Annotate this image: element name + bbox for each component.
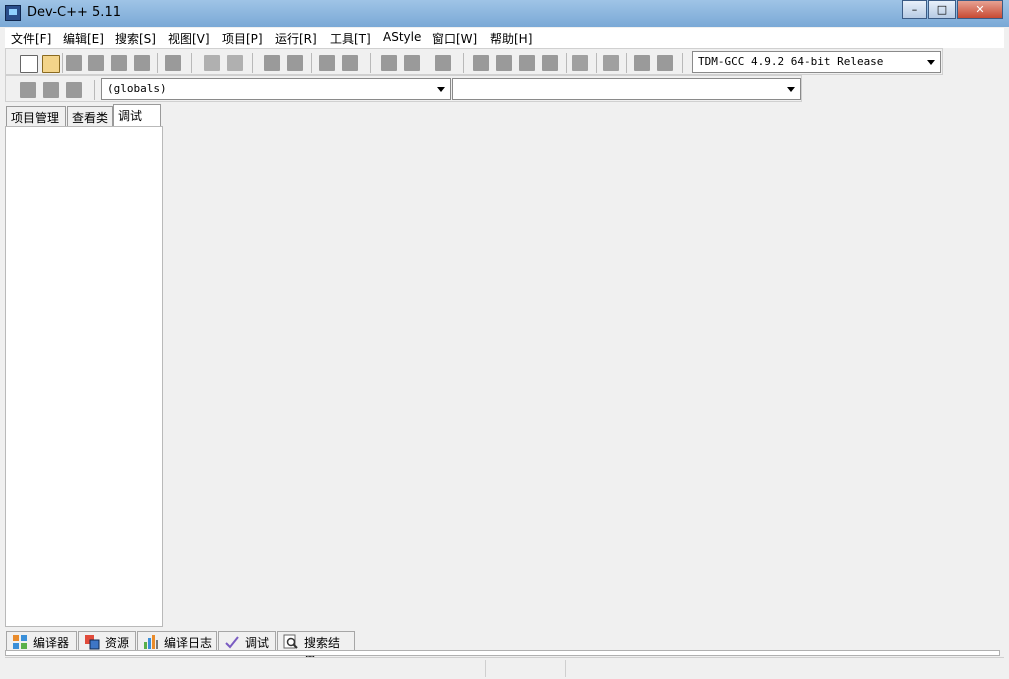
toolbar-separator <box>566 53 567 73</box>
tab-search-results[interactable]: 搜索结果 <box>277 631 355 667</box>
toolbar-separator <box>626 53 627 73</box>
comment-icon[interactable] <box>435 55 451 71</box>
toolbar-separator <box>252 53 253 73</box>
toolbar-separator <box>311 53 312 73</box>
print-icon[interactable] <box>165 55 181 71</box>
goto-bookmark-icon[interactable] <box>342 55 358 71</box>
checkmark-icon <box>224 634 240 650</box>
tab-debug-output-label: 调试 <box>245 636 270 650</box>
toggle-icon[interactable] <box>43 82 59 98</box>
menu-window[interactable]: 窗口[W] <box>432 30 477 47</box>
insert-icon[interactable] <box>20 82 36 98</box>
compiler-grid-icon <box>12 634 28 650</box>
menu-edit[interactable]: 编辑[E] <box>63 30 104 47</box>
unindent-icon[interactable] <box>287 55 303 71</box>
menu-run[interactable]: 运行[R] <box>275 30 317 47</box>
close-all-icon[interactable] <box>134 55 150 71</box>
tab-project-manager[interactable]: 项目管理 <box>6 106 66 127</box>
menu-bar: 文件[F] 编辑[E] 搜索[S] 视图[V] 项目[P] 运行[R] 工具[T… <box>5 28 1004 48</box>
menu-file[interactable]: 文件[F] <box>11 30 51 47</box>
stop-icon[interactable] <box>603 55 619 71</box>
toolbar-separator <box>94 80 95 100</box>
menu-help[interactable]: 帮助[H] <box>490 30 532 47</box>
rebuild-icon[interactable] <box>542 55 558 71</box>
app-icon <box>5 5 21 21</box>
tab-compiler[interactable]: 编译器 <box>6 631 77 652</box>
bottom-panel-resize-handle[interactable] <box>5 650 1000 656</box>
tab-compile-log-label: 编译日志 <box>164 636 213 650</box>
goto-icon[interactable] <box>66 82 82 98</box>
close-button[interactable]: ✕ <box>957 0 1003 19</box>
goto-next-icon[interactable] <box>404 55 420 71</box>
class-browser-toolbar: (globals) <box>5 75 802 102</box>
chevron-down-icon <box>437 87 445 92</box>
tab-debug[interactable]: 调试 <box>113 104 161 127</box>
indent-icon[interactable] <box>264 55 280 71</box>
redo-icon[interactable] <box>227 55 243 71</box>
tab-debug-output[interactable]: 调试 <box>218 631 276 652</box>
compiler-select[interactable]: TDM-GCC 4.9.2 64-bit Release <box>692 51 941 73</box>
toggle-bookmark-icon[interactable] <box>319 55 335 71</box>
status-separator <box>485 660 486 677</box>
compile-icon[interactable] <box>473 55 489 71</box>
minimize-button[interactable]: – <box>902 0 927 19</box>
magnifier-icon <box>283 634 299 650</box>
toolbar-separator <box>682 53 683 73</box>
globals-select[interactable]: (globals) <box>101 78 451 100</box>
globals-select-value: (globals) <box>107 82 167 95</box>
run-icon[interactable] <box>496 55 512 71</box>
open-file-icon[interactable] <box>42 55 60 73</box>
syntax-check-icon[interactable] <box>572 55 588 71</box>
status-separator <box>565 660 566 677</box>
resources-icon <box>84 634 100 650</box>
project-panel[interactable] <box>5 126 163 627</box>
compiler-select-value: TDM-GCC 4.9.2 64-bit Release <box>698 55 884 68</box>
close-file-icon[interactable] <box>111 55 127 71</box>
toolbar-separator <box>191 53 192 73</box>
profile-icon[interactable] <box>634 55 650 71</box>
save-icon[interactable] <box>66 55 82 71</box>
window-title: Dev-C++ 5.11 <box>27 5 121 20</box>
save-all-icon[interactable] <box>88 55 104 71</box>
toolbar-separator <box>62 53 63 73</box>
editor-area[interactable] <box>164 104 1004 627</box>
tab-resources[interactable]: 资源 <box>78 631 136 652</box>
toolbar-separator <box>463 53 464 73</box>
goto-previous-icon[interactable] <box>381 55 397 71</box>
tab-compile-log[interactable]: 编译日志 <box>137 631 217 652</box>
compile-run-icon[interactable] <box>519 55 535 71</box>
tab-compiler-label: 编译器 <box>33 636 70 650</box>
main-toolbar: TDM-GCC 4.9.2 64-bit Release <box>5 48 943 75</box>
bar-chart-icon <box>143 634 159 650</box>
title-bar: Dev-C++ 5.11 – □ ✕ <box>0 0 1009 27</box>
status-bar <box>5 657 1004 678</box>
new-file-icon[interactable] <box>20 55 38 73</box>
menu-view[interactable]: 视图[V] <box>168 30 210 47</box>
menu-astyle[interactable]: AStyle <box>383 30 421 44</box>
toolbar-separator <box>370 53 371 73</box>
delete-profile-icon[interactable] <box>657 55 673 71</box>
members-select[interactable] <box>452 78 801 100</box>
dev-cpp-window: Dev-C++ 5.11 – □ ✕ 文件[F] 编辑[E] 搜索[S] 视图[… <box>0 0 1009 679</box>
tab-resources-label: 资源 <box>105 636 130 650</box>
menu-search[interactable]: 搜索[S] <box>115 30 156 47</box>
undo-icon[interactable] <box>204 55 220 71</box>
chevron-down-icon <box>787 87 795 92</box>
toolbar-separator <box>596 53 597 73</box>
tab-class-browser[interactable]: 查看类 <box>67 106 113 127</box>
maximize-button[interactable]: □ <box>928 0 956 19</box>
menu-tools[interactable]: 工具[T] <box>330 30 371 47</box>
toolbar-separator <box>157 53 158 73</box>
menu-project[interactable]: 项目[P] <box>222 30 263 47</box>
chevron-down-icon <box>927 60 935 65</box>
